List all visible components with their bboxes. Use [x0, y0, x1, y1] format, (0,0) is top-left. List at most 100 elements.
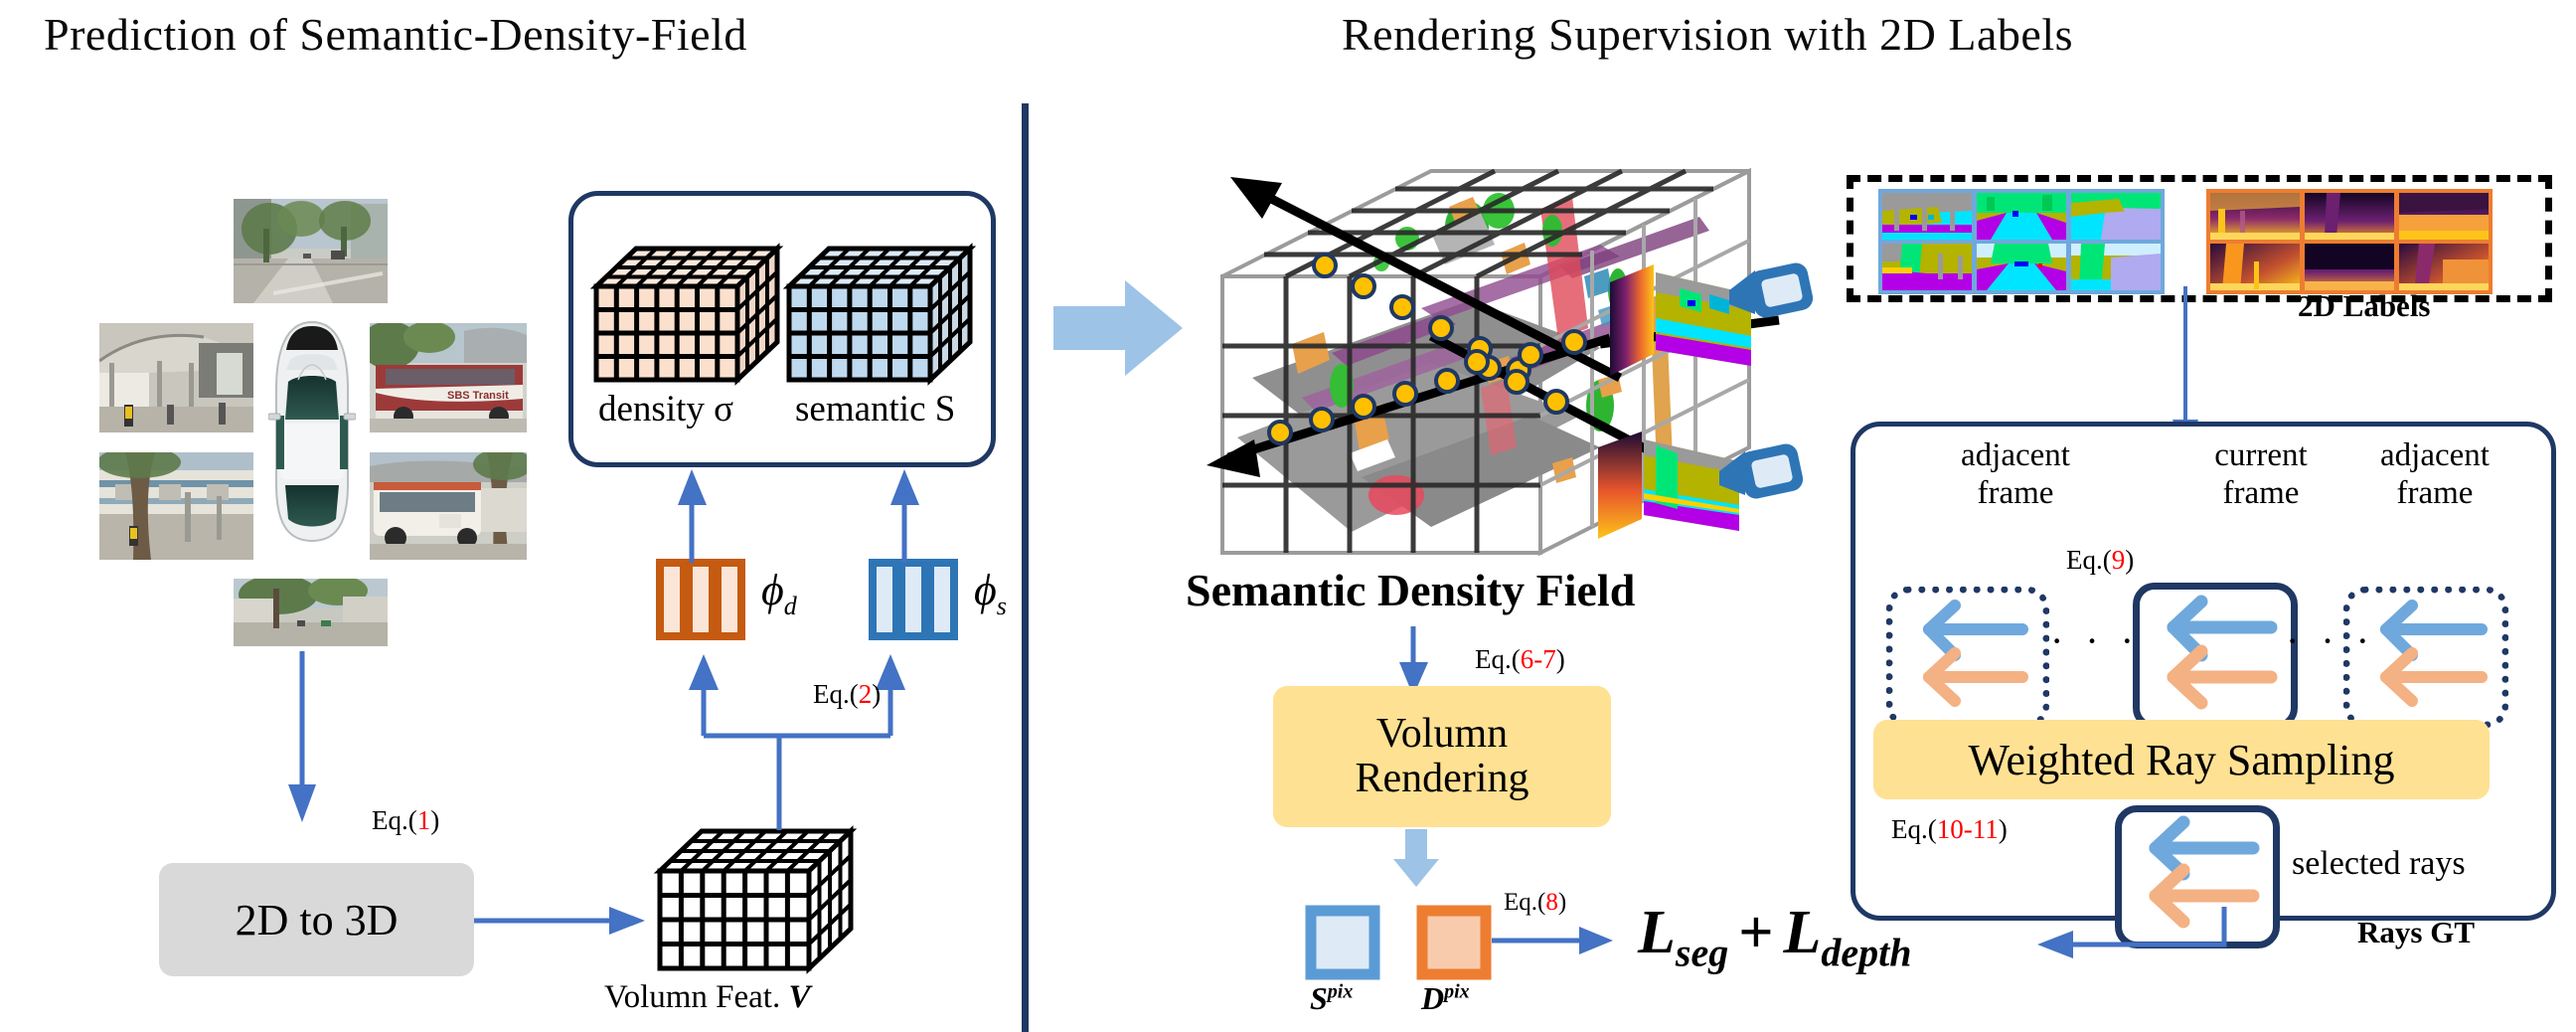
- eq-1011-number: 10-11: [1936, 814, 1999, 844]
- adjacent-frame-left-line2: frame: [1977, 474, 2054, 511]
- page-title-left: Prediction of Semantic-Density-Field: [44, 9, 747, 60]
- segmentation-labels-grid: [1878, 189, 2165, 294]
- svg-text:SBS Transit: SBS Transit: [447, 390, 509, 402]
- adjacent-frame-right-line2: frame: [2396, 474, 2474, 511]
- page-title-right: Rendering Supervision with 2D Labels: [1342, 9, 2074, 60]
- camera-image-rear: [234, 579, 388, 646]
- eq-8-suffix: ): [1557, 889, 1567, 916]
- current-frame-line1: current: [2214, 437, 2308, 473]
- ray-chip-adjacent-left: [1886, 587, 2049, 728]
- depth-labels-grid: [2206, 189, 2493, 294]
- current-frame-label: current frame: [2186, 437, 2335, 513]
- loss-seg-symbol: L: [1638, 899, 1676, 966]
- loss-depth-symbol: L: [1783, 899, 1822, 966]
- 2d-to-3d-box[interactable]: 2D to 3D: [159, 863, 474, 976]
- adjacent-frame-left-label: adjacent frame: [1926, 437, 2105, 513]
- eq-9-number: 9: [2111, 545, 2126, 575]
- volume-feat-symbol: V: [788, 979, 811, 1015]
- d-pix-output-box: [1416, 905, 1492, 980]
- 2d-labels-caption-text: 2D Labels: [2298, 288, 2431, 323]
- ray-chip-current: [2133, 583, 2298, 730]
- volumn-rendering-box[interactable]: Volumn Rendering: [1273, 686, 1611, 827]
- ray-chip-adjacent-right: [2343, 587, 2508, 728]
- transition-block-arrow: [1053, 280, 1183, 376]
- arrow-2d3d-to-volume: [474, 907, 645, 935]
- semantic-label: semantic S: [795, 388, 955, 430]
- selected-rays-text: selected rays: [2292, 845, 2466, 882]
- semantic-density-field-caption: Semantic Density Field: [1186, 564, 1635, 616]
- eq2-branch-arrows: [689, 654, 905, 830]
- adjacent-frame-right-line1: adjacent: [2380, 437, 2490, 473]
- s-pix-superscript: pix: [1327, 980, 1354, 1003]
- eq-9-label: Eq.(9): [2066, 545, 2134, 576]
- eq-67-prefix: Eq.(: [1475, 644, 1521, 674]
- eq-9-suffix: ): [2125, 545, 2135, 575]
- s-pix-label: Spix: [1310, 980, 1353, 1017]
- eq-67-number: 6-7: [1520, 644, 1556, 674]
- s-pix-symbol: S: [1310, 980, 1328, 1016]
- eq-1-label: Eq.(1): [372, 805, 439, 836]
- s-pix-output-box: [1305, 905, 1380, 980]
- volumn-rendering-line1: Volumn: [1375, 710, 1509, 757]
- phi-s-symbol: ϕ: [974, 566, 997, 614]
- loss-depth-subscript: depth: [1821, 930, 1912, 975]
- ellipsis-left: · · ·: [2050, 621, 2140, 661]
- volume-feat-text: Volumn Feat.: [604, 979, 789, 1015]
- current-frame-line2: frame: [2222, 474, 2300, 511]
- eq-67-suffix: ): [1555, 644, 1565, 674]
- eq-9-prefix: Eq.(: [2066, 545, 2112, 575]
- volume-feature-cube: [653, 825, 858, 974]
- eq-2-number: 2: [858, 679, 873, 709]
- d-pix-superscript: pix: [1444, 980, 1470, 1003]
- mlp-density-block: [656, 559, 745, 640]
- camera-icon-bottom: [1719, 437, 1809, 517]
- phi-s-subscript: s: [996, 591, 1007, 620]
- arrow-mlp-semantic-up: [890, 469, 919, 563]
- selected-rays-label: selected rays: [2292, 845, 2466, 883]
- d-pix-label: Dpix: [1421, 980, 1470, 1017]
- arrow-raysgt-to-loss: [2037, 907, 2227, 958]
- panel-divider: [1022, 103, 1029, 1032]
- 2d-labels-caption: 2D Labels: [2298, 288, 2431, 324]
- weighted-ray-sampling-box[interactable]: Weighted Ray Sampling: [1873, 720, 2490, 799]
- eq-8-number: 8: [1545, 889, 1558, 916]
- arrow-outputs-to-loss: [1492, 927, 1613, 954]
- loss-seg-subscript: seg: [1675, 930, 1729, 975]
- semantic-label-text: semantic S: [795, 389, 956, 430]
- eq-2-label: Eq.(2): [813, 679, 881, 710]
- camera-image-front-left: [99, 323, 253, 432]
- adjacent-frame-right-label: adjacent frame: [2345, 437, 2524, 513]
- rays-gt-caption-text: Rays GT: [2357, 915, 2475, 949]
- density-voxel-cube: [589, 243, 784, 386]
- eq-2-suffix: ): [872, 679, 882, 709]
- camera-icon-top: [1729, 257, 1819, 336]
- mlp-density-label: ϕd: [761, 565, 797, 621]
- 2d-to-3d-label: 2D to 3D: [235, 895, 399, 945]
- eq-67-label: Eq.(6-7): [1475, 644, 1565, 675]
- eq-8-label: Eq.(8): [1504, 889, 1566, 917]
- camera-image-front-right: SBS Transit: [370, 323, 527, 432]
- eq-1-suffix: ): [430, 805, 440, 835]
- eq-1011-prefix: Eq.(: [1891, 814, 1937, 844]
- camera-image-rear-right: [370, 452, 527, 560]
- loss-plus-sign: +: [1738, 899, 1774, 966]
- volumn-rendering-line2: Rendering: [1355, 756, 1530, 801]
- semantic-density-field-visualization: [1183, 149, 1799, 577]
- camera-image-front: [234, 199, 388, 303]
- ellipsis-left-text: · · ·: [2050, 618, 2140, 663]
- adjacent-frame-left-line1: adjacent: [1961, 437, 2070, 473]
- mlp-semantic-label: ϕs: [974, 565, 1007, 621]
- d-pix-symbol: D: [1421, 980, 1445, 1016]
- eq-8-prefix: Eq.(: [1504, 889, 1546, 916]
- surround-camera-rig: SBS Transit: [99, 169, 566, 646]
- mlp-semantic-block: [869, 559, 958, 640]
- arrow-rendering-to-outputs: [1393, 829, 1439, 887]
- semantic-voxel-cube: [782, 243, 977, 386]
- eq-1011-suffix: ): [1998, 814, 2008, 844]
- phi-d-symbol: ϕ: [761, 566, 784, 614]
- density-label: density σ: [598, 388, 733, 430]
- rays-gt-caption: Rays GT: [2357, 915, 2475, 950]
- eq-1-prefix: Eq.(: [372, 805, 417, 835]
- arrow-cameras-to-2d3d: [288, 651, 316, 822]
- weighted-ray-sampling-label: Weighted Ray Sampling: [1968, 735, 2395, 784]
